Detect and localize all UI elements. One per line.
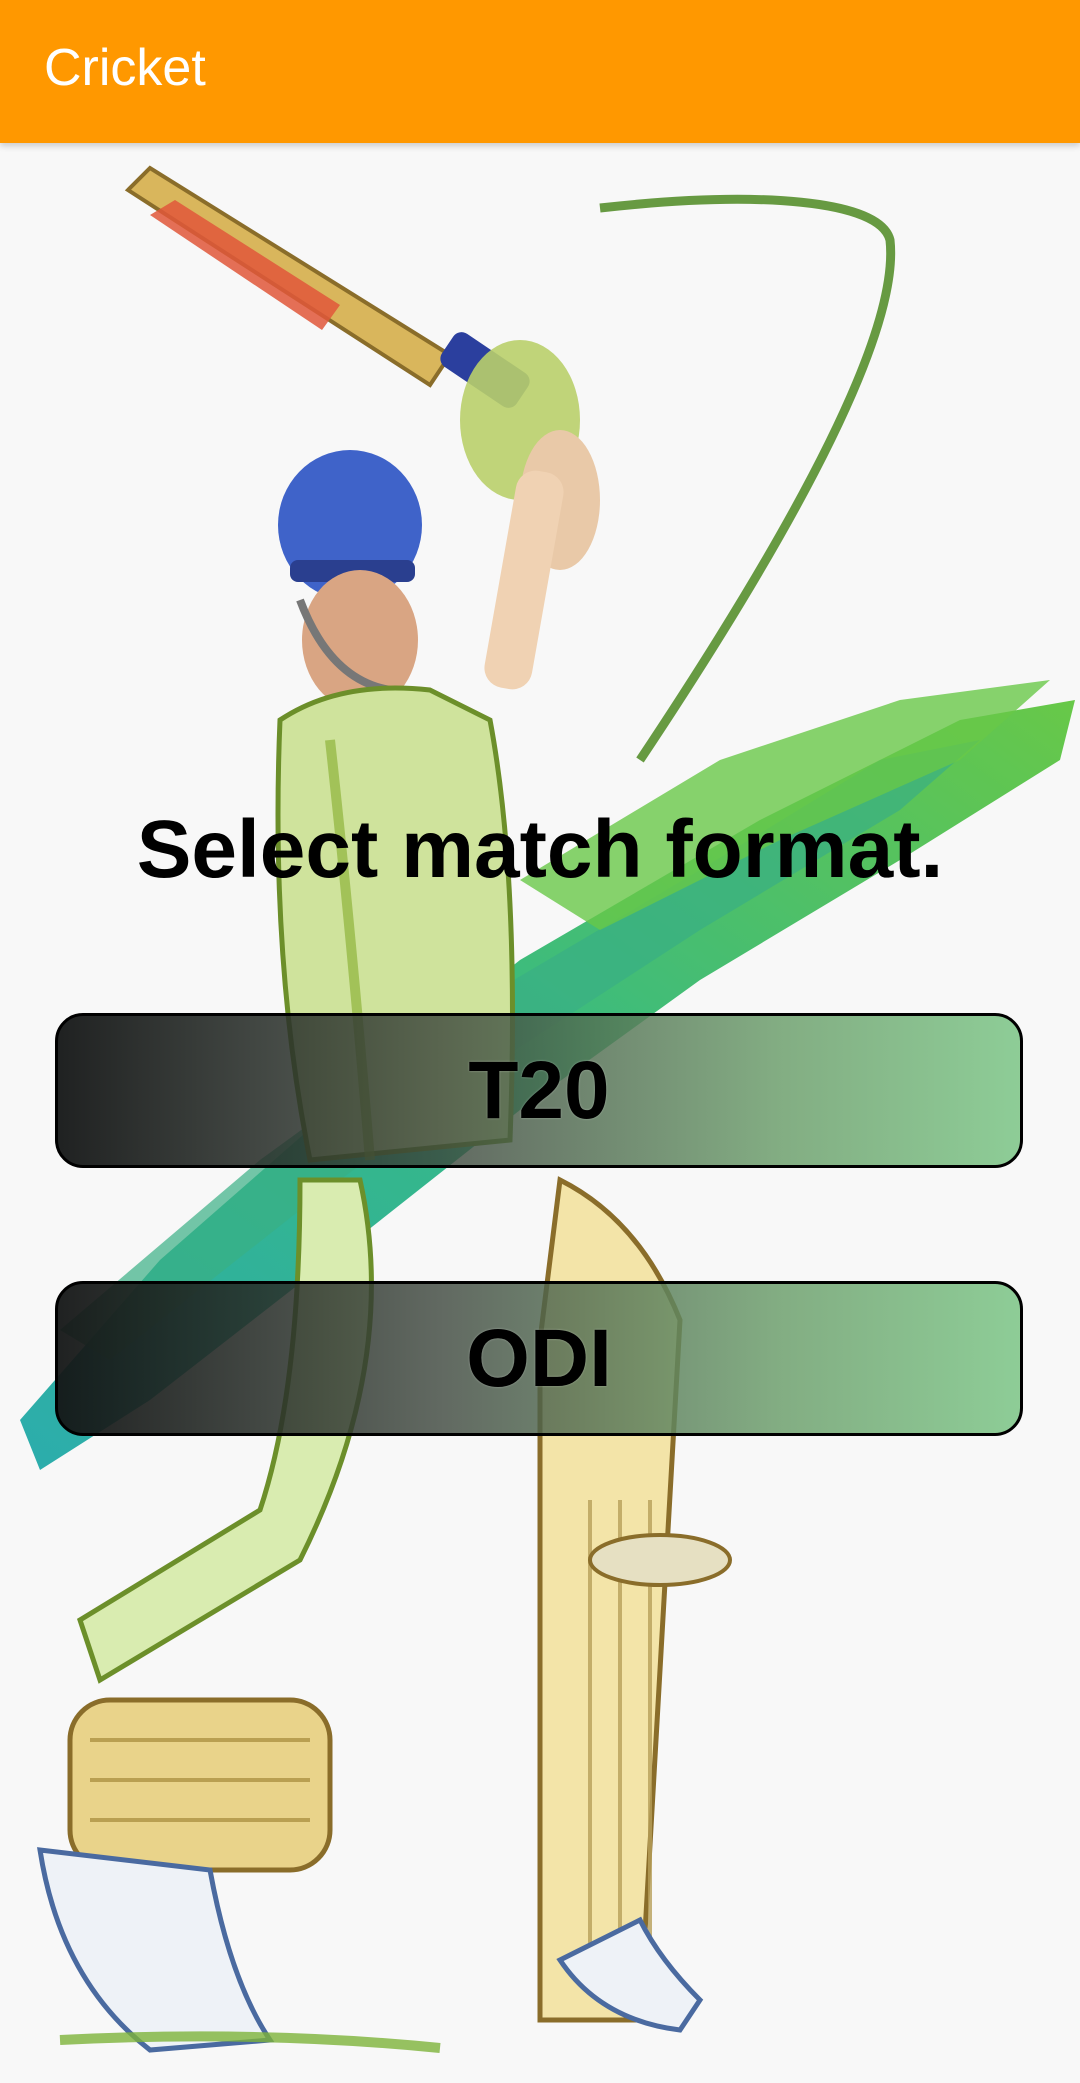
app-title: Cricket xyxy=(44,39,206,97)
odi-format-button[interactable]: ODI xyxy=(55,1281,1023,1436)
page-heading: Select match format. xyxy=(136,804,944,895)
t20-format-label: T20 xyxy=(468,1044,610,1136)
odi-format-label: ODI xyxy=(466,1312,612,1404)
app-bar: Cricket xyxy=(0,0,1080,143)
t20-format-button[interactable]: T20 xyxy=(55,1013,1023,1168)
